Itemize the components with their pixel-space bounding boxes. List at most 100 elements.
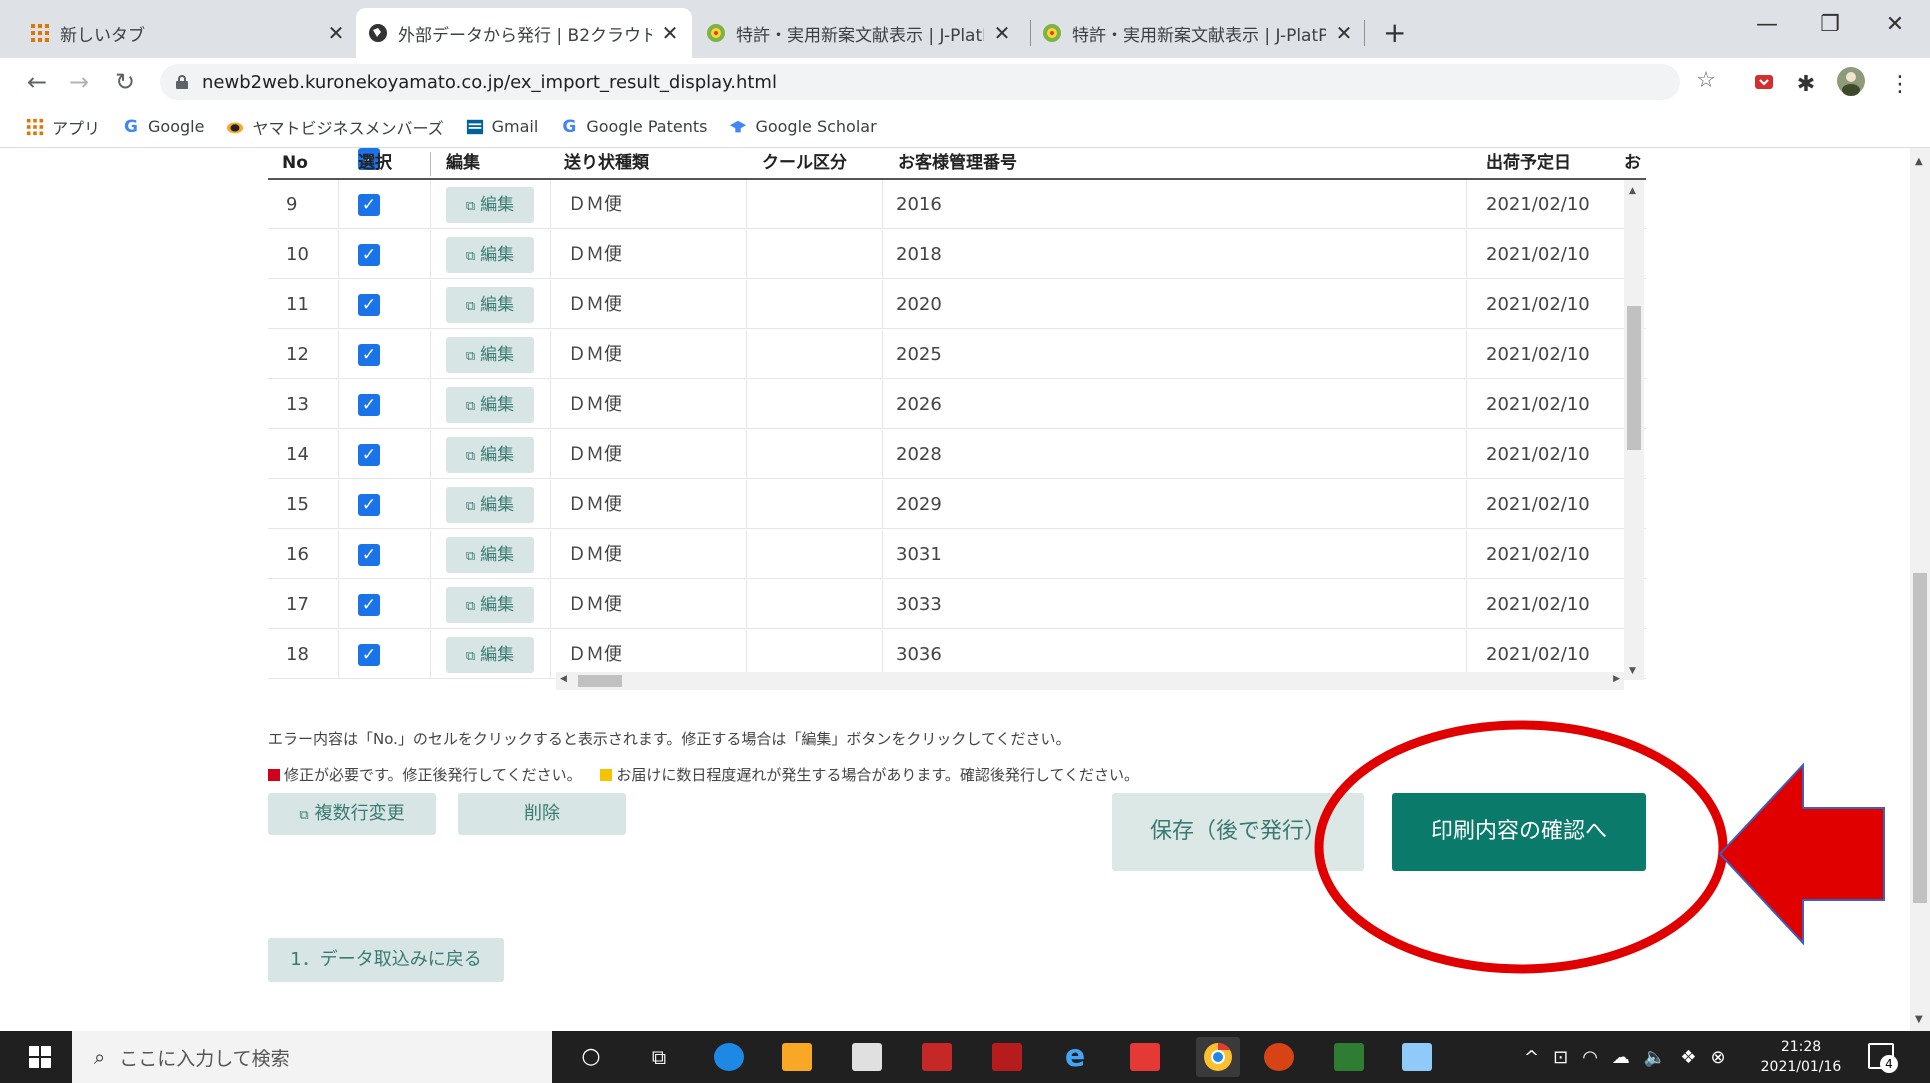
cortana-icon[interactable]: ○ [576, 1043, 606, 1071]
scroll-right-icon[interactable]: ▶ [1613, 674, 1620, 684]
row-select-checkbox[interactable]: ✓ [358, 644, 380, 666]
notification-center-icon[interactable]: 4 [1868, 1043, 1898, 1073]
table-row[interactable]: 11 ✓ ⧉ 編集 ＤＭ便 2020 2021/02/10 [268, 280, 1646, 329]
tab-jplatpat-2[interactable]: 特許・実用新案文献表示 | J-PlatP ✕ [1030, 8, 1366, 58]
restore-icon[interactable]: ❐ [1815, 12, 1845, 37]
tab-close-icon[interactable]: ✕ [326, 21, 346, 45]
bookmark-star-icon[interactable]: ☆ [1692, 68, 1720, 93]
pocket-extension-icon[interactable] [1750, 72, 1778, 98]
scroll-up-icon[interactable]: ▲ [1915, 156, 1923, 167]
file-explorer-icon[interactable] [782, 1043, 812, 1071]
tray-device-icon[interactable]: ⊡ [1553, 1047, 1568, 1068]
confirm-print-button[interactable]: 印刷内容の確認へ [1392, 793, 1646, 871]
cell-no[interactable]: 15 [286, 480, 309, 529]
new-tab-plus-icon[interactable]: + [1383, 16, 1406, 49]
bookmark-apps[interactable]: アプリ [26, 115, 100, 139]
page-vertical-scrollbar[interactable]: ▲ ▼ [1910, 148, 1930, 1031]
warning-icon[interactable]: ⊗ [1710, 1047, 1725, 1068]
tab-b2-cloud[interactable]: 外部データから発行 | B2クラウド ✕ [356, 8, 692, 58]
row-edit-button[interactable]: ⧉ 編集 [446, 487, 534, 523]
chrome-active-bg[interactable] [1196, 1037, 1240, 1077]
bookmark-google[interactable]: G Google [122, 117, 204, 137]
bookmark-google-patents[interactable]: G Google Patents [560, 117, 707, 137]
mcafee-icon[interactable] [992, 1043, 1022, 1071]
table-horizontal-scrollbar[interactable]: ◀ ▶ [556, 672, 1624, 690]
scroll-left-icon[interactable]: ◀ [560, 674, 567, 684]
tray-chevron-icon[interactable]: ^ [1524, 1047, 1539, 1068]
row-edit-button[interactable]: ⧉ 編集 [446, 437, 534, 473]
row-select-checkbox[interactable]: ✓ [358, 244, 380, 266]
row-select-checkbox[interactable]: ✓ [358, 294, 380, 316]
header-no[interactable]: No [282, 148, 308, 178]
row-select-checkbox[interactable]: ✓ [358, 394, 380, 416]
table-vertical-scrollbar[interactable]: ▲ ▼ [1624, 180, 1644, 680]
edge-icon[interactable] [714, 1043, 744, 1071]
powerpoint-icon[interactable] [1264, 1043, 1294, 1071]
reload-icon[interactable]: ↻ [110, 68, 140, 96]
tab-close-icon[interactable]: ✕ [1334, 21, 1354, 45]
row-edit-button[interactable]: ⧉ 編集 [446, 287, 534, 323]
multi-row-edit-button[interactable]: ⧉ 複数行変更 [268, 793, 436, 835]
scroll-down-icon[interactable]: ▼ [1915, 1014, 1923, 1025]
cell-no[interactable]: 13 [286, 380, 309, 429]
row-edit-button[interactable]: ⧉ 編集 [446, 187, 534, 223]
excel-icon[interactable] [1334, 1043, 1364, 1071]
row-select-checkbox[interactable]: ✓ [358, 344, 380, 366]
table-row[interactable]: 12 ✓ ⧉ 編集 ＤＭ便 2025 2021/02/10 [268, 330, 1646, 379]
row-edit-button[interactable]: ⧉ 編集 [446, 387, 534, 423]
row-edit-button[interactable]: ⧉ 編集 [446, 537, 534, 573]
table-row[interactable]: 13 ✓ ⧉ 編集 ＤＭ便 2026 2021/02/10 [268, 380, 1646, 429]
windows-start-icon[interactable] [28, 1045, 52, 1069]
delete-button[interactable]: 削除 [458, 793, 626, 835]
row-select-checkbox[interactable]: ✓ [358, 444, 380, 466]
wifi-icon[interactable]: ◠ [1582, 1047, 1598, 1068]
bookmark-google-scholar[interactable]: Google Scholar [729, 117, 877, 136]
browser-menu-icon[interactable]: ⋮ [1886, 72, 1914, 97]
task-view-icon[interactable]: ⧉ [644, 1043, 674, 1071]
row-select-checkbox[interactable]: ✓ [358, 594, 380, 616]
reader-icon[interactable] [922, 1043, 952, 1071]
onedrive-icon[interactable]: ☁ [1612, 1047, 1630, 1068]
scroll-down-icon[interactable]: ▼ [1629, 666, 1636, 676]
store-icon[interactable] [852, 1043, 882, 1071]
row-select-checkbox[interactable]: ✓ [358, 544, 380, 566]
row-select-checkbox[interactable]: ✓ [358, 494, 380, 516]
cell-no[interactable]: 16 [286, 530, 309, 579]
cell-no[interactable]: 9 [286, 180, 297, 229]
scroll-up-icon[interactable]: ▲ [1629, 186, 1636, 196]
row-edit-button[interactable]: ⧉ 編集 [446, 637, 534, 673]
tab-jplatpat-1[interactable]: 特許・実用新案文献表示 | J-PlatP ✕ [694, 8, 1024, 58]
forward-arrow-icon[interactable]: → [64, 68, 94, 96]
tab-close-icon[interactable]: ✕ [992, 21, 1012, 45]
table-row[interactable]: 15 ✓ ⧉ 編集 ＤＭ便 2029 2021/02/10 [268, 480, 1646, 529]
cell-no[interactable]: 18 [286, 630, 309, 679]
table-row[interactable]: 17 ✓ ⧉ 編集 ＤＭ便 3033 2021/02/10 [268, 580, 1646, 629]
cell-no[interactable]: 17 [286, 580, 309, 629]
back-to-import-button[interactable]: 1．データ取込みに戻る [268, 938, 504, 982]
table-row[interactable]: 14 ✓ ⧉ 編集 ＤＭ便 2028 2021/02/10 [268, 430, 1646, 479]
tab-close-icon[interactable]: ✕ [660, 21, 680, 45]
scroll-thumb[interactable] [578, 675, 622, 687]
row-edit-button[interactable]: ⧉ 編集 [446, 237, 534, 273]
table-row[interactable]: 16 ✓ ⧉ 編集 ＤＭ便 3031 2021/02/10 [268, 530, 1646, 579]
profile-avatar-icon[interactable] [1836, 66, 1865, 102]
table-row[interactable]: 9 ✓ ⧉ 編集 ＤＭ便 2016 2021/02/10 [268, 180, 1646, 229]
row-edit-button[interactable]: ⧉ 編集 [446, 337, 534, 373]
scroll-thumb[interactable] [1913, 573, 1927, 903]
window-close-icon[interactable]: ✕ [1880, 12, 1910, 37]
taskbar-search-box[interactable]: ⌕ ここに入力して検索 [72, 1031, 552, 1083]
row-edit-button[interactable]: ⧉ 編集 [446, 587, 534, 623]
table-row[interactable]: 10 ✓ ⧉ 編集 ＤＭ便 2018 2021/02/10 [268, 230, 1646, 279]
cell-no[interactable]: 14 [286, 430, 309, 479]
back-arrow-icon[interactable]: ← [22, 68, 52, 96]
tab-new-tab[interactable]: 新しいタブ ✕ [18, 8, 358, 58]
notes-icon[interactable] [1402, 1043, 1432, 1071]
volume-icon[interactable]: 🔈 [1644, 1047, 1666, 1068]
taskbar-clock[interactable]: 21:28 2021/01/16 [1760, 1037, 1842, 1077]
cell-no[interactable]: 12 [286, 330, 309, 379]
extensions-puzzle-icon[interactable]: ✱ [1792, 72, 1820, 97]
row-select-checkbox[interactable]: ✓ [358, 194, 380, 216]
internet-explorer-icon[interactable]: e [1060, 1042, 1090, 1072]
save-later-button[interactable]: 保存（後で発行） [1112, 793, 1364, 871]
cell-no[interactable]: 10 [286, 230, 309, 279]
